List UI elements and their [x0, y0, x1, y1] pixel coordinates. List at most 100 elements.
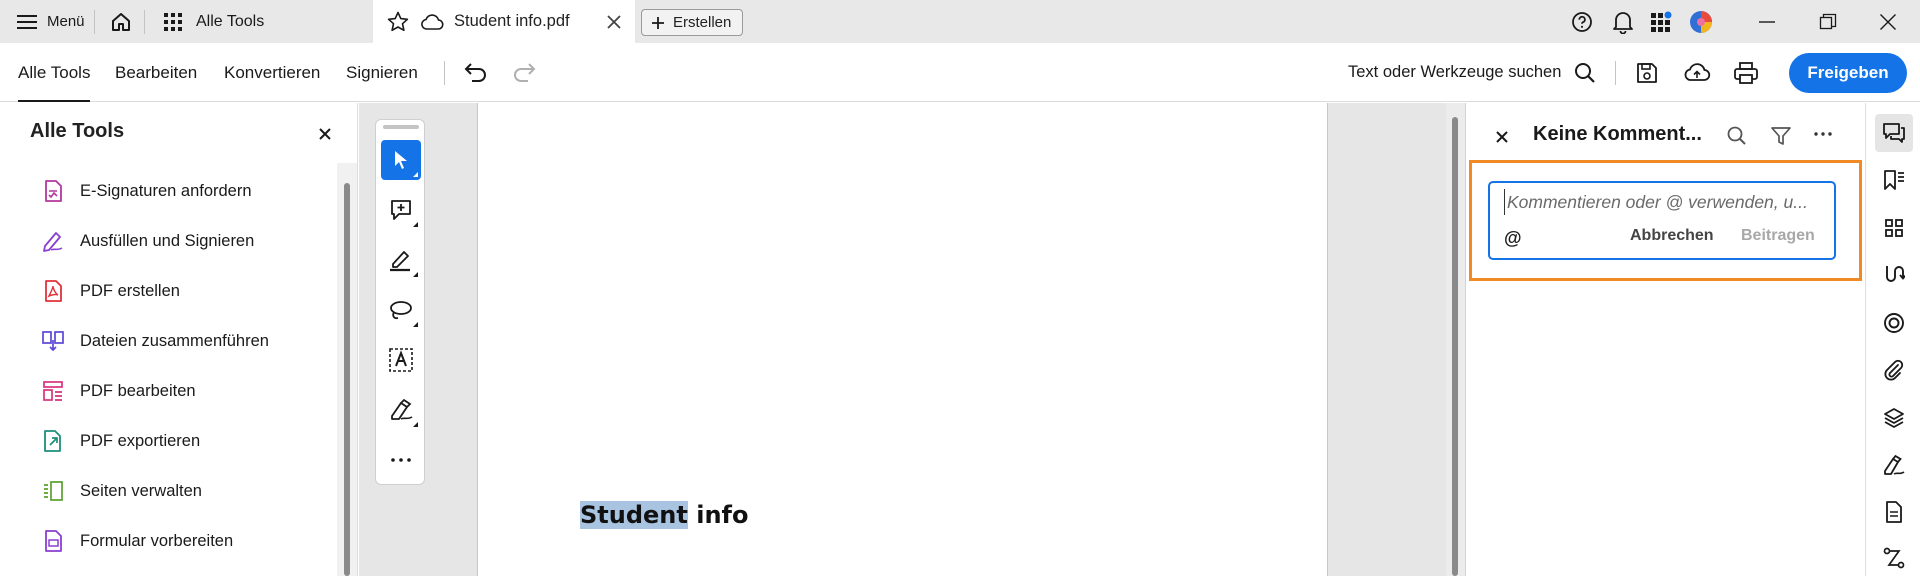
post-button[interactable]: Beitragen — [1741, 227, 1815, 245]
comment-add-icon — [391, 200, 411, 220]
tool-item-organize-pages[interactable]: Seiten verwalten — [40, 476, 202, 506]
tool-item-combine[interactable]: Dateien zusammenführen — [40, 326, 269, 356]
document-tab[interactable]: Student info.pdf — [373, 0, 635, 43]
cancel-button[interactable]: Abbrechen — [1630, 227, 1714, 245]
redo-button[interactable] — [510, 59, 540, 87]
drag-handle[interactable] — [383, 125, 419, 129]
document-scrollbar[interactable] — [1446, 103, 1465, 576]
pen-sign-icon — [391, 398, 413, 420]
thumbnails-rail-button[interactable] — [1875, 209, 1913, 247]
home-icon — [110, 11, 132, 33]
thumbnails-grid-icon — [1885, 219, 1903, 237]
scrollbar-thumb[interactable] — [344, 183, 350, 576]
tool-item-label: PDF bearbeiten — [80, 381, 196, 400]
save-button[interactable] — [1632, 59, 1662, 87]
search-icon — [1574, 62, 1596, 84]
home-button[interactable] — [110, 0, 132, 43]
menu-button[interactable]: Menü — [17, 0, 85, 43]
layers-rail-button[interactable] — [1875, 399, 1913, 437]
pdf-page[interactable]: Student info — [477, 103, 1328, 576]
search-icon — [1727, 126, 1746, 145]
tool-item-label: Seiten verwalten — [80, 481, 202, 500]
tool-item-label: Formular vorbereiten — [80, 531, 234, 550]
close-comments-button[interactable] — [1496, 131, 1508, 143]
share-button[interactable]: Freigeben — [1789, 53, 1907, 93]
quick-tools-strip — [375, 119, 425, 485]
apps-icon — [1651, 11, 1673, 33]
close-tab-icon[interactable] — [606, 14, 622, 30]
save-icon — [1637, 63, 1657, 83]
export-pdf-icon — [40, 428, 66, 454]
add-comment-tool-button[interactable] — [381, 190, 421, 230]
submenu-indicator — [413, 322, 418, 327]
scrollbar-thumb[interactable] — [1452, 117, 1458, 576]
avatar[interactable] — [1689, 0, 1713, 43]
bookmarks-rail-button[interactable] — [1875, 161, 1913, 199]
tool-item-export-pdf[interactable]: PDF exportieren — [40, 426, 200, 456]
close-icon — [319, 128, 331, 140]
undo-button[interactable] — [460, 59, 490, 87]
create-pdf-icon — [40, 278, 66, 304]
fill-sign-rail-button[interactable] — [1875, 446, 1913, 484]
prepare-form-icon — [40, 528, 66, 554]
notifications-button[interactable] — [1612, 0, 1634, 43]
divider — [94, 10, 95, 34]
tool-item-label: Dateien zusammenführen — [80, 331, 269, 350]
panel-scrollbar[interactable] — [337, 163, 357, 576]
tab-all-tools[interactable]: Alle Tools — [18, 43, 91, 102]
target-icon — [1884, 313, 1904, 333]
select-tool-button[interactable] — [381, 140, 421, 180]
tool-item-esign[interactable]: E-Signaturen anfordern — [40, 176, 252, 206]
workflow-rail-button[interactable] — [1875, 539, 1913, 576]
print-button[interactable] — [1731, 59, 1761, 87]
close-icon — [1496, 131, 1508, 143]
sign-tool-button[interactable] — [381, 390, 421, 430]
filter-comments-button[interactable] — [1770, 125, 1792, 147]
tool-item-fill-sign[interactable]: Ausfüllen und Signieren — [40, 226, 254, 256]
document-heading[interactable]: Student info — [580, 501, 748, 529]
apps-button[interactable] — [1651, 0, 1673, 43]
comments-icon — [1883, 123, 1905, 143]
comment-input[interactable] — [1504, 189, 1824, 215]
tab-convert[interactable]: Konvertieren — [224, 43, 320, 102]
highlighted-text[interactable]: Student — [580, 501, 688, 529]
tool-item-label: Ausfüllen und Signieren — [80, 231, 255, 250]
menu-label: Menü — [47, 13, 85, 30]
highlight-tool-button[interactable] — [381, 240, 421, 280]
divider — [144, 10, 145, 34]
star-icon[interactable] — [386, 10, 410, 34]
cloud-save-button[interactable] — [1680, 59, 1714, 87]
comments-rail-button[interactable] — [1875, 114, 1913, 152]
comments-options-button[interactable] — [1813, 131, 1833, 137]
text-box-icon — [389, 348, 413, 372]
draw-tool-button[interactable] — [381, 290, 421, 330]
document-properties-rail-button[interactable] — [1875, 493, 1913, 531]
stamps-rail-button[interactable] — [1875, 304, 1913, 342]
help-button[interactable] — [1571, 0, 1593, 43]
mention-button[interactable]: @ — [1504, 228, 1522, 249]
tool-item-prepare-form[interactable]: Formular vorbereiten — [40, 526, 233, 556]
new-create-button[interactable]: Erstellen — [641, 9, 743, 36]
close-panel-button[interactable] — [314, 123, 336, 145]
tool-item-edit-pdf[interactable]: PDF bearbeiten — [40, 376, 196, 406]
close-window-button[interactable] — [1879, 0, 1897, 43]
submenu-indicator — [413, 172, 418, 177]
tool-search[interactable]: Text oder Werkzeuge suchen — [1348, 43, 1596, 102]
submenu-indicator — [413, 222, 418, 227]
attachments-rail-button[interactable] — [1875, 351, 1913, 389]
submenu-indicator — [413, 272, 418, 277]
apps-grid-icon — [164, 12, 182, 31]
compare-rail-button[interactable] — [1875, 256, 1913, 294]
tab-sign[interactable]: Signieren — [346, 43, 418, 102]
text-box-tool-button[interactable] — [381, 340, 421, 380]
more-tools-button[interactable] — [381, 440, 421, 480]
tool-item-create-pdf[interactable]: PDF erstellen — [40, 276, 180, 306]
restore-button[interactable] — [1819, 0, 1837, 43]
minimize-icon — [1758, 13, 1776, 31]
minimize-button[interactable] — [1758, 0, 1776, 43]
tab-edit[interactable]: Bearbeiten — [115, 43, 197, 102]
more-dots-icon — [391, 458, 411, 462]
all-tools-tab[interactable]: Alle Tools — [164, 0, 264, 43]
comments-title: Keine Komment... — [1533, 123, 1702, 145]
search-comments-button[interactable] — [1726, 125, 1748, 147]
